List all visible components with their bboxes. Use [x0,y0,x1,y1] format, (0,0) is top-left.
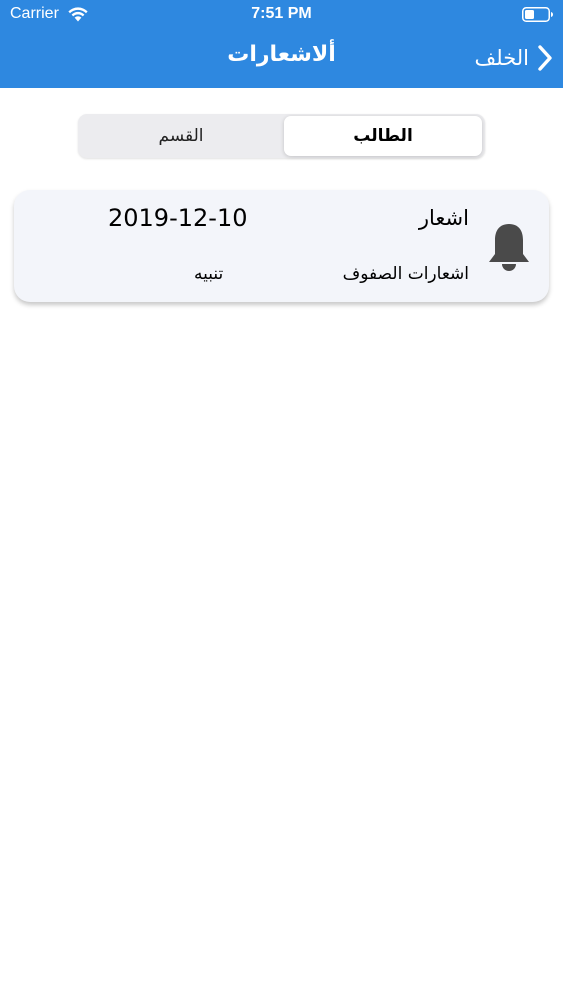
header: Carrier 7:51 PM ألاشعارات الخلف [0,0,563,88]
notification-subtitle: اشعارات الصفوف [342,264,469,284]
notification-card[interactable]: اشعار 2019-12-10 اشعارات الصفوف تنبيه [14,190,549,302]
navigation-bar: ألاشعارات الخلف [0,30,563,88]
back-label: الخلف [474,46,529,70]
battery-icon [522,7,553,22]
segment-student[interactable]: الطالب [284,116,482,156]
bell-icon [489,224,529,271]
notification-date: 2019-12-10 [108,204,248,232]
status-time: 7:51 PM [251,5,312,22]
back-button[interactable]: الخلف [475,38,553,78]
status-bar: Carrier 7:51 PM [0,0,563,30]
chevron-right-icon [538,45,552,71]
notification-title: اشعار [418,206,469,230]
segmented-control: القسم الطالب [78,114,485,158]
segment-department[interactable]: القسم [82,116,280,156]
notification-type: تنبيه [194,264,224,284]
